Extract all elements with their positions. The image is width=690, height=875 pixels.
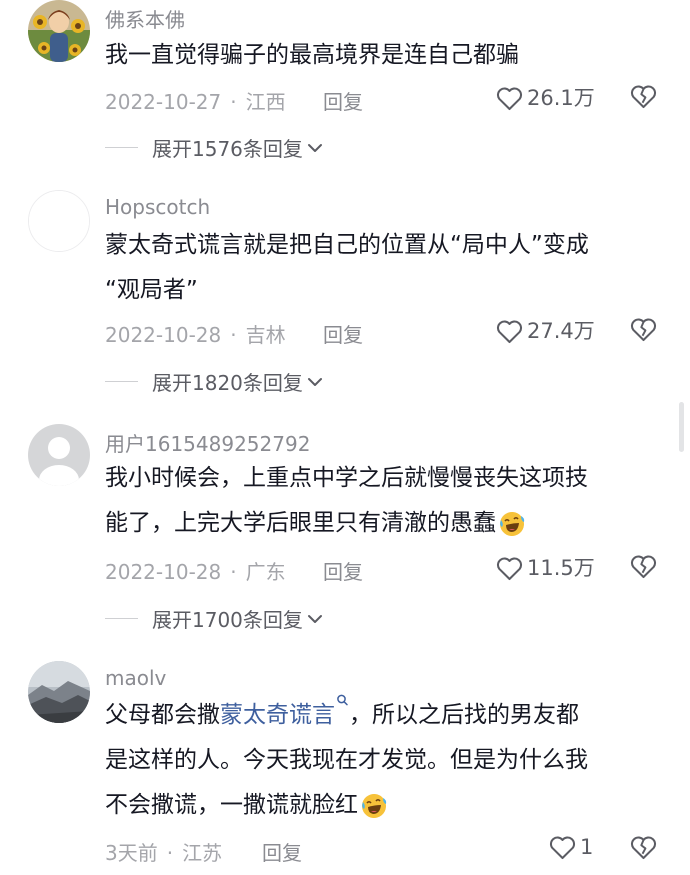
comment-text-line: 我一直觉得骗子的最高境界是连自己都骗 — [105, 42, 519, 68]
comment-text-segment: 能了，上完大学后眼里只有清澈的愚蠢 — [105, 510, 496, 536]
comment-text-line: 蒙太奇式谎言就是把自己的位置从“局中人”变成 — [105, 232, 589, 258]
dislike-button[interactable] — [629, 315, 658, 346]
comment-text-line: 不会撒谎，一撒谎就脸红 — [105, 783, 665, 828]
meta-separator: · — [230, 323, 237, 347]
dislike-button[interactable] — [629, 82, 658, 113]
comment-date: 2022-10-28 — [105, 323, 222, 347]
default-user-avatar[interactable] — [28, 424, 90, 486]
heart-icon — [496, 556, 523, 580]
reply-button[interactable]: 回复 — [323, 319, 363, 348]
comment-meta: 2022-10-27 · 江西 — [105, 86, 286, 115]
comment-text-line: 我小时候会，上重点中学之后就慢慢丧失这项技 — [105, 465, 588, 491]
broken-heart-icon — [630, 85, 657, 109]
like-count: 1 — [580, 834, 594, 859]
broken-heart-icon — [630, 555, 657, 579]
like-button[interactable]: 1 — [548, 833, 593, 860]
scrollbar-thumb[interactable] — [679, 402, 684, 452]
reply-button[interactable]: 回复 — [262, 837, 302, 866]
comment-text-segment: 父母都会撒 — [105, 702, 220, 728]
chevron-down-icon — [307, 614, 322, 623]
comment-text-segment: 不会撒谎，一撒谎就脸红 — [105, 792, 358, 818]
dislike-button[interactable] — [629, 833, 658, 864]
like-count: 11.5万 — [527, 556, 595, 580]
blank-avatar[interactable] — [28, 190, 90, 252]
comment-username[interactable]: 佛系本佛 — [105, 4, 185, 33]
comment-text-line: 能了，上完大学后眼里只有清澈的愚蠢 — [105, 501, 665, 546]
comment-meta: 2022-10-28 · 广东 — [105, 556, 286, 585]
meta-separator: · — [166, 841, 174, 865]
comment-location: 吉林 — [245, 323, 286, 347]
reply-button[interactable]: 回复 — [323, 86, 363, 115]
heart-icon — [496, 86, 523, 110]
expand-replies-label: 展开1576条回复 — [152, 137, 303, 161]
comment-meta: 2022-10-28 · 吉林 — [105, 319, 286, 348]
chevron-down-icon — [307, 143, 322, 152]
dislike-button[interactable] — [629, 552, 658, 583]
broken-heart-icon — [630, 836, 657, 860]
meta-separator: · — [230, 560, 237, 584]
broken-heart-icon — [630, 318, 657, 342]
comment-text: 我一直觉得骗子的最高境界是连自己都骗 — [105, 33, 665, 78]
comment-meta: 3天前 · 江苏 — [105, 837, 222, 866]
like-count: 27.4万 — [527, 319, 595, 343]
like-count: 26.1万 — [527, 86, 595, 110]
comment-location: 江西 — [245, 90, 286, 114]
expand-replies-button[interactable]: 展开1576条回复 — [105, 133, 323, 162]
comment-text-line: “观局者” — [105, 277, 198, 303]
comment-date: 3天前 — [105, 841, 158, 865]
heart-icon — [496, 319, 523, 343]
expand-replies-label: 展开1700条回复 — [152, 608, 303, 632]
search-keyword-label: 蒙太奇谎言 — [220, 702, 335, 728]
search-keyword-link[interactable]: 蒙太奇谎言 — [220, 694, 349, 728]
expand-divider — [105, 147, 138, 148]
expand-divider — [105, 381, 138, 382]
comment-username[interactable]: 用户1615489252792 — [105, 428, 310, 457]
like-button[interactable]: 11.5万 — [495, 552, 595, 582]
comment-location: 江苏 — [182, 841, 223, 865]
laughing-crying-emoji-icon — [500, 511, 525, 536]
comment-text-line: 父母都会撒蒙太奇谎言 ，所以之后找的男友都 — [105, 693, 665, 738]
reply-button[interactable]: 回复 — [323, 556, 363, 585]
comment-text: 父母都会撒蒙太奇谎言 ，所以之后找的男友都 是这样的人。今天我现在才发觉。但是为什… — [105, 693, 665, 828]
heart-icon — [549, 836, 576, 860]
comment-username[interactable]: maolv — [105, 666, 166, 690]
laughing-crying-emoji-icon — [362, 793, 387, 818]
mountain-landscape-avatar[interactable] — [28, 661, 90, 723]
comment-date: 2022-10-27 — [105, 90, 222, 114]
comment-username[interactable]: Hopscotch — [105, 195, 210, 219]
comment-text-line: 是这样的人。今天我现在才发觉。但是为什么我 — [105, 747, 588, 773]
like-button[interactable]: 27.4万 — [495, 315, 595, 345]
comment-text-segment: ，所以之后找的男友都 — [349, 702, 579, 728]
expand-replies-button[interactable]: 展开1700条回复 — [105, 604, 323, 633]
comment-text: 我小时候会，上重点中学之后就慢慢丧失这项技 能了，上完大学后眼里只有清澈的愚蠢 — [105, 456, 665, 546]
comment-date: 2022-10-28 — [105, 560, 222, 584]
chevron-down-icon — [307, 377, 322, 386]
like-button[interactable]: 26.1万 — [495, 82, 595, 112]
comment-location: 广东 — [245, 560, 286, 584]
expand-replies-label: 展开1820条回复 — [152, 371, 303, 395]
comment-item: 佛系本佛 我一直觉得骗子的最高境界是连自己都骗 2022-10-27 · 江西 回复… — [0, 0, 690, 180]
comment-text: 蒙太奇式谎言就是把自己的位置从“局中人”变成 “观局者” — [105, 223, 665, 313]
search-icon — [337, 694, 348, 706]
expand-divider — [105, 618, 138, 619]
expand-replies-button[interactable]: 展开1820条回复 — [105, 367, 323, 396]
meta-separator: · — [230, 90, 237, 114]
sunflower-girl-avatar[interactable] — [28, 0, 90, 62]
